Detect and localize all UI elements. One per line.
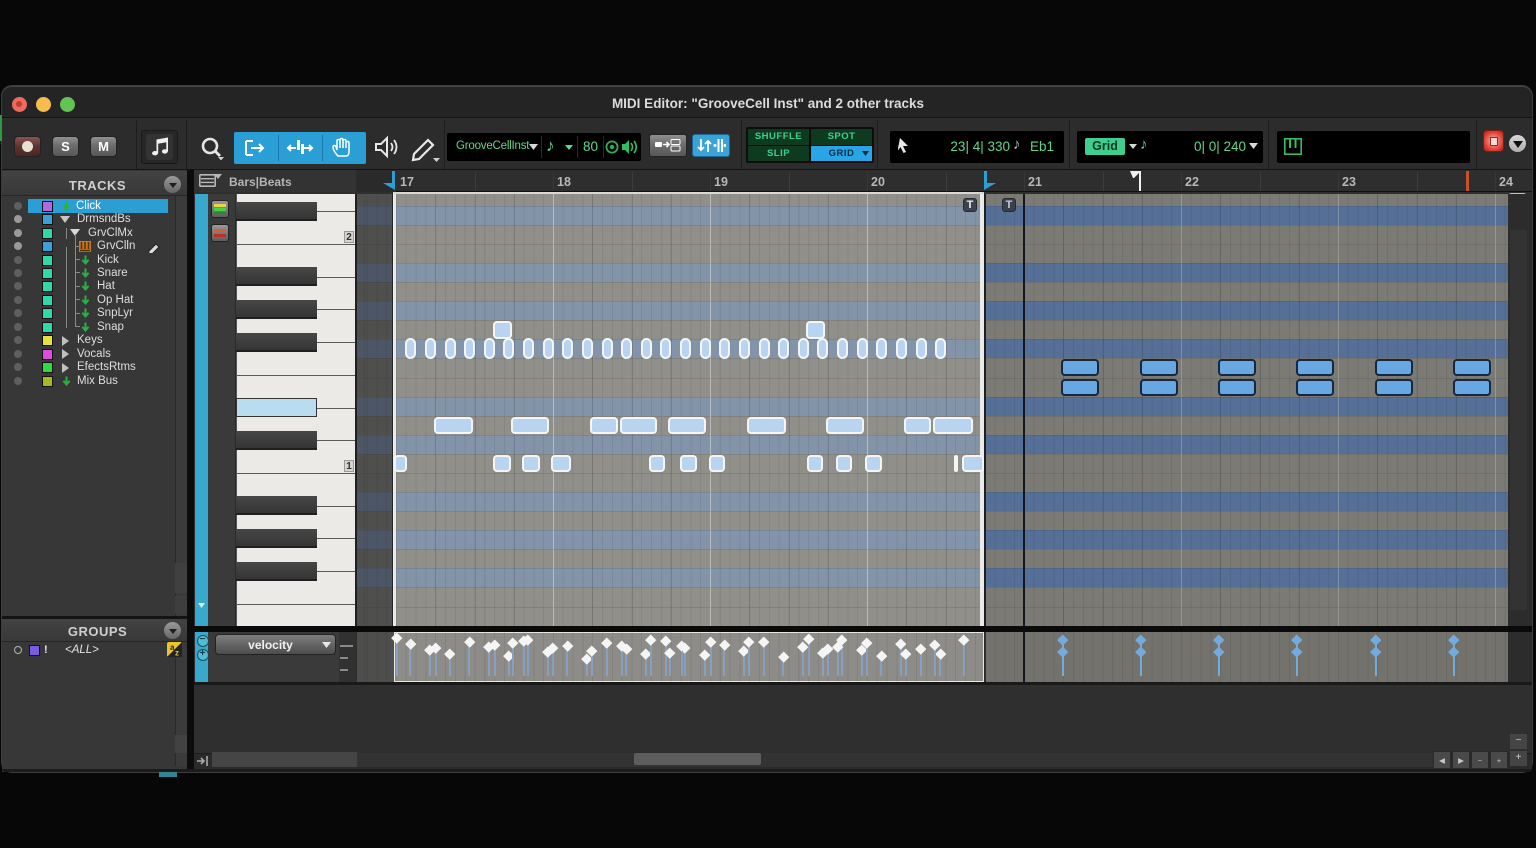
svg-text:z: z [175,649,179,658]
